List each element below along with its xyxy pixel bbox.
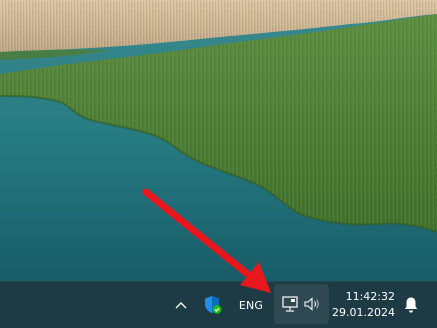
- speaker-volume-icon: [304, 297, 319, 311]
- clock-button[interactable]: 11:42:32 29.01.2024: [332, 285, 399, 325]
- chevron-up-icon: [175, 302, 187, 309]
- language-label: ENG: [238, 298, 264, 312]
- quick-settings-button[interactable]: [274, 284, 329, 324]
- taskbar: ENG 11:42:32 29.01.2024: [0, 281, 437, 328]
- notifications-button[interactable]: [400, 291, 422, 319]
- bell-icon: [404, 297, 418, 313]
- windows-security-button[interactable]: [201, 290, 225, 320]
- show-hidden-icons-button[interactable]: [170, 291, 192, 319]
- wallpaper-image: [0, 0, 437, 281]
- clock-time: 11:42:32: [345, 290, 395, 303]
- clock-date: 29.01.2024: [332, 306, 395, 319]
- desktop-wallpaper: [0, 0, 437, 281]
- windows-security-shield-icon: [205, 296, 222, 314]
- network-ethernet-icon: [282, 296, 298, 312]
- input-language-indicator[interactable]: ENG: [234, 290, 268, 320]
